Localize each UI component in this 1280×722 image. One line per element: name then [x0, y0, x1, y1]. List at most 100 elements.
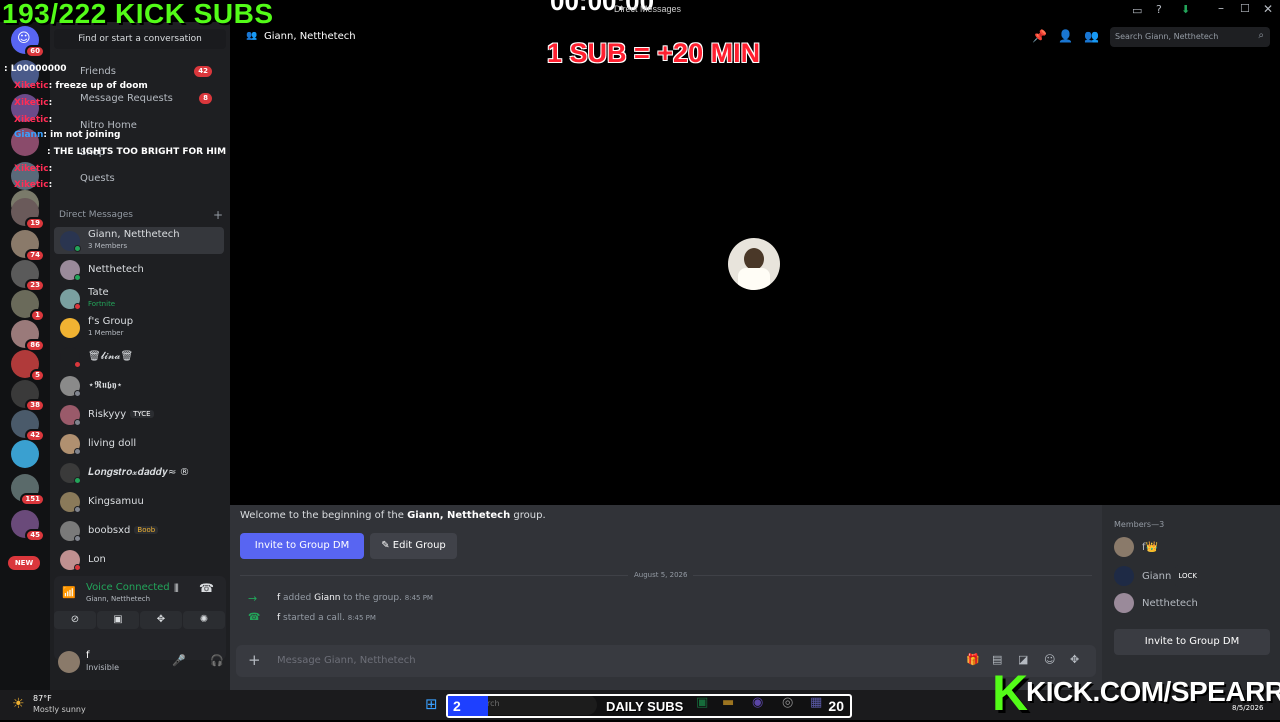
server-icon[interactable]: 74 — [11, 230, 45, 262]
headphones-icon[interactable]: 🎧 — [210, 654, 224, 667]
camera-off-icon[interactable]: ⊘ — [54, 611, 96, 629]
chat-user: Xiketic — [14, 81, 49, 91]
gift-icon[interactable]: 🎁 — [966, 653, 980, 666]
apps-icon[interactable]: ✥ — [1070, 653, 1079, 666]
invite-button[interactable]: Invite to Group DM — [1114, 629, 1270, 655]
chat-text: : — [48, 164, 53, 174]
noise-suppression-icon[interactable]: ⦀ — [174, 582, 179, 596]
home-button[interactable]: ☺ 60 — [11, 26, 45, 58]
kick-logo: K — [992, 665, 1029, 721]
clan-tag: TYCE — [130, 410, 154, 418]
stream-chat: : L00000000 Xiketic: freeze up of doom X… — [0, 58, 230, 198]
create-dm-icon[interactable]: + — [213, 208, 223, 222]
weather-text: Mostly sunny — [33, 705, 86, 714]
subs-counter: 193/222 KICK SUBS — [2, 0, 274, 29]
dm-subtitle: 1 Member — [88, 329, 124, 337]
dm-item[interactable]: f's Group 1 Member — [54, 314, 224, 341]
maximize-icon[interactable]: ☐ — [1240, 2, 1250, 15]
member-item[interactable]: Giann LOCK — [1114, 565, 1200, 587]
pencil-icon: ✎ — [381, 540, 393, 551]
server-icon[interactable]: 45 — [11, 510, 45, 542]
dm-name: Kingsamuu — [88, 496, 144, 507]
dm-name-text: boobsxd — [88, 525, 131, 536]
server-icon[interactable]: 23 — [11, 260, 45, 292]
server-badge: 5 — [30, 369, 45, 382]
server-icon[interactable]: 5 — [11, 350, 45, 382]
inbox-icon[interactable]: ▭ — [1132, 4, 1142, 17]
disconnect-icon[interactable]: ☎ — [199, 581, 214, 595]
server-icon[interactable]: 42 — [11, 410, 45, 442]
mic-icon[interactable]: 🎤 — [172, 654, 186, 667]
edit-label: Edit Group — [392, 540, 446, 551]
dm-item[interactable]: Lon — [54, 546, 224, 573]
timer-overlay: 00:00:00 Direct Messages — [548, 0, 688, 16]
dm-subtitle: Fortnite — [88, 300, 116, 308]
dm-item[interactable]: 🗑𝓵𝓲𝓷𝓪🗑 — [54, 343, 224, 370]
search-icon: ⌕ — [1258, 30, 1264, 41]
dm-item[interactable]: Riskyyy TYCE — [54, 401, 224, 428]
page-title: Giann, Netthetech — [264, 31, 356, 42]
invite-label: Invite to Group DM — [1144, 636, 1240, 647]
chat-line: Xiketic: — [14, 98, 52, 108]
member-item[interactable]: Netthetech — [1114, 593, 1198, 615]
message-input[interactable]: + Message Giann, Netthetech 🎁 ▤ ◪ ☺ ✥ — [236, 645, 1096, 677]
server-icon[interactable] — [11, 440, 39, 468]
search-input[interactable]: Search Giann, Netthetech ⌕ — [1110, 27, 1270, 47]
screen-share-icon[interactable]: ▣ — [97, 611, 139, 629]
participant-avatar[interactable] — [728, 238, 780, 290]
edit-group-button[interactable]: ✎ Edit Group — [370, 533, 457, 559]
help-icon[interactable]: ? — [1156, 3, 1162, 16]
chat-text: : — [48, 180, 53, 190]
attach-plus-icon[interactable]: + — [248, 651, 261, 669]
server-icon[interactable]: 86 — [11, 320, 45, 352]
find-conversation-button[interactable]: Find or start a conversation — [54, 29, 226, 49]
dm-name: Netthetech — [88, 264, 144, 275]
dm-item[interactable]: ⋆𝕽𝖚𝖇𝖞⋆ — [54, 372, 224, 399]
weather-icon: ☀ — [12, 696, 25, 712]
dm-name: Giann, Netthetech — [88, 229, 180, 240]
pin-icon[interactable]: 📌 — [1032, 29, 1047, 43]
dm-item[interactable]: living doll — [54, 430, 224, 457]
chat-user: Giann — [14, 130, 44, 140]
dm-name: boobsxd Boob — [88, 525, 159, 536]
close-icon[interactable]: ✕ — [1263, 2, 1273, 16]
dm-item[interactable]: Tate Fortnite — [54, 285, 224, 312]
date-divider: August 5, 2026 — [628, 571, 694, 579]
activities-icon[interactable]: ✥ — [140, 611, 182, 629]
windows-start-icon[interactable]: ⊞ — [425, 695, 438, 713]
soundboard-icon[interactable]: ✺ — [183, 611, 225, 629]
members-icon[interactable]: 👥 — [1084, 29, 1099, 43]
new-badge[interactable]: NEW — [8, 556, 40, 570]
chat-user: Xiketic — [14, 164, 49, 174]
dm-item[interactable]: Netthetech — [54, 256, 224, 283]
server-icon[interactable]: 151 — [11, 474, 45, 506]
input-placeholder: Message Giann, Netthetech — [277, 655, 416, 666]
minimize-icon[interactable]: – — [1218, 1, 1224, 15]
daily-subs-bar: 2 DAILY SUBS 20 — [446, 694, 852, 718]
server-icon[interactable]: 19 — [11, 198, 45, 230]
kick-banner: K KICK.COM/SPEARRZ — [992, 665, 1280, 721]
daily-goal: 20 — [828, 698, 844, 714]
download-icon[interactable]: ⬇ — [1181, 3, 1190, 16]
system-message: f added Giann to the group. 8:45 PM — [277, 593, 433, 603]
dm-item[interactable]: boobsxd Boob — [54, 517, 224, 544]
member-list: Members—3 f👑 Giann LOCK Netthetech Invite… — [1102, 505, 1280, 690]
chat-line: Giann: im not joining — [14, 130, 120, 140]
chat-line: Xiketic: — [14, 115, 52, 125]
invite-label: Invite to Group DM — [254, 540, 350, 551]
chat-text: : im not joining — [43, 130, 121, 140]
member-item[interactable]: f👑 — [1114, 537, 1158, 559]
dm-name: ⋆𝕽𝖚𝖇𝖞⋆ — [88, 380, 123, 391]
invite-button[interactable]: Invite to Group DM — [240, 533, 364, 559]
emoji-icon[interactable]: ☺ — [1044, 653, 1055, 666]
server-icon[interactable]: 1 — [11, 290, 45, 322]
add-friends-icon[interactable]: 👤 — [1058, 29, 1073, 43]
discord-icon: ☺ — [17, 31, 31, 46]
avatar[interactable] — [58, 651, 80, 673]
dm-header-label: Direct Messages — [59, 210, 133, 220]
dm-item[interactable]: 𝑳𝒐𝒏𝒈𝒔𝒕𝒓𝒐𝔁𝒅𝒂𝒅𝒅𝒚≈ ® — [54, 459, 224, 486]
dm-item[interactable]: Kingsamuu — [54, 488, 224, 515]
dm-name: 🗑𝓵𝓲𝓷𝓪🗑 — [88, 351, 134, 362]
dm-item[interactable]: Giann, Netthetech 3 Members — [54, 227, 224, 254]
server-icon[interactable]: 38 — [11, 380, 45, 412]
